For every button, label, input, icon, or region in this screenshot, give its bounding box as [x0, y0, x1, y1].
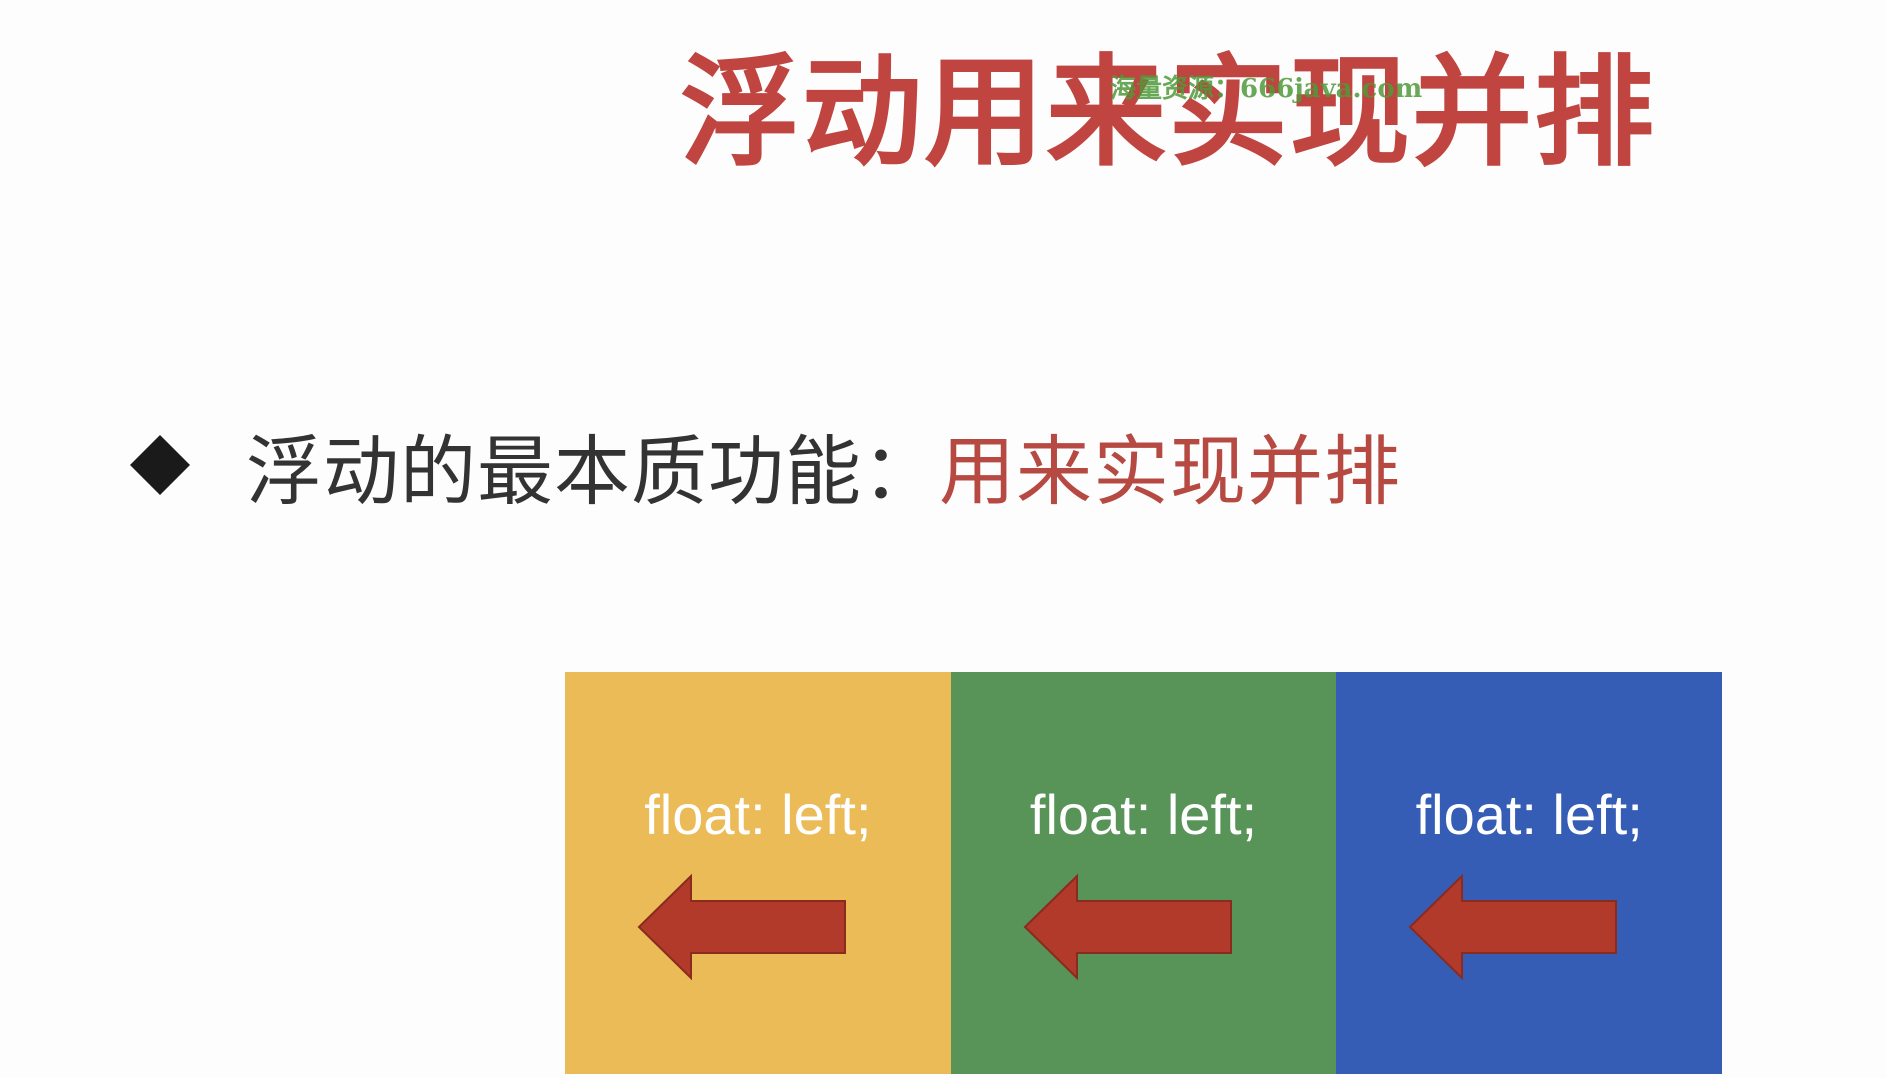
bullet-text: 浮动的最本质功能：用来实现并排 — [246, 410, 1401, 520]
float-box-label: float: left; — [1415, 783, 1643, 846]
float-box-label: float: left; — [1029, 783, 1258, 846]
float-box-label: float: left; — [644, 783, 872, 846]
float-box-2: float: left; — [950, 672, 1337, 1074]
bullet-highlight: 用来实现并排 — [939, 427, 1401, 516]
bullet-row: 浮动的最本质功能：用来实现并排 — [128, 415, 1401, 516]
left-arrow-icon — [637, 873, 846, 981]
bullet-label: 浮动的最本质功能： — [246, 427, 939, 516]
diamond-bullet-icon — [130, 435, 190, 495]
float-demo-row: float: left; float: left; float: left; — [565, 672, 1723, 1074]
left-arrow-icon — [1023, 873, 1232, 981]
float-box-3: float: left; — [1336, 672, 1723, 1074]
watermark: 海量资源：666java.com — [1110, 74, 1423, 104]
float-box-1: float: left; — [565, 672, 951, 1074]
left-arrow-icon — [1408, 873, 1618, 981]
